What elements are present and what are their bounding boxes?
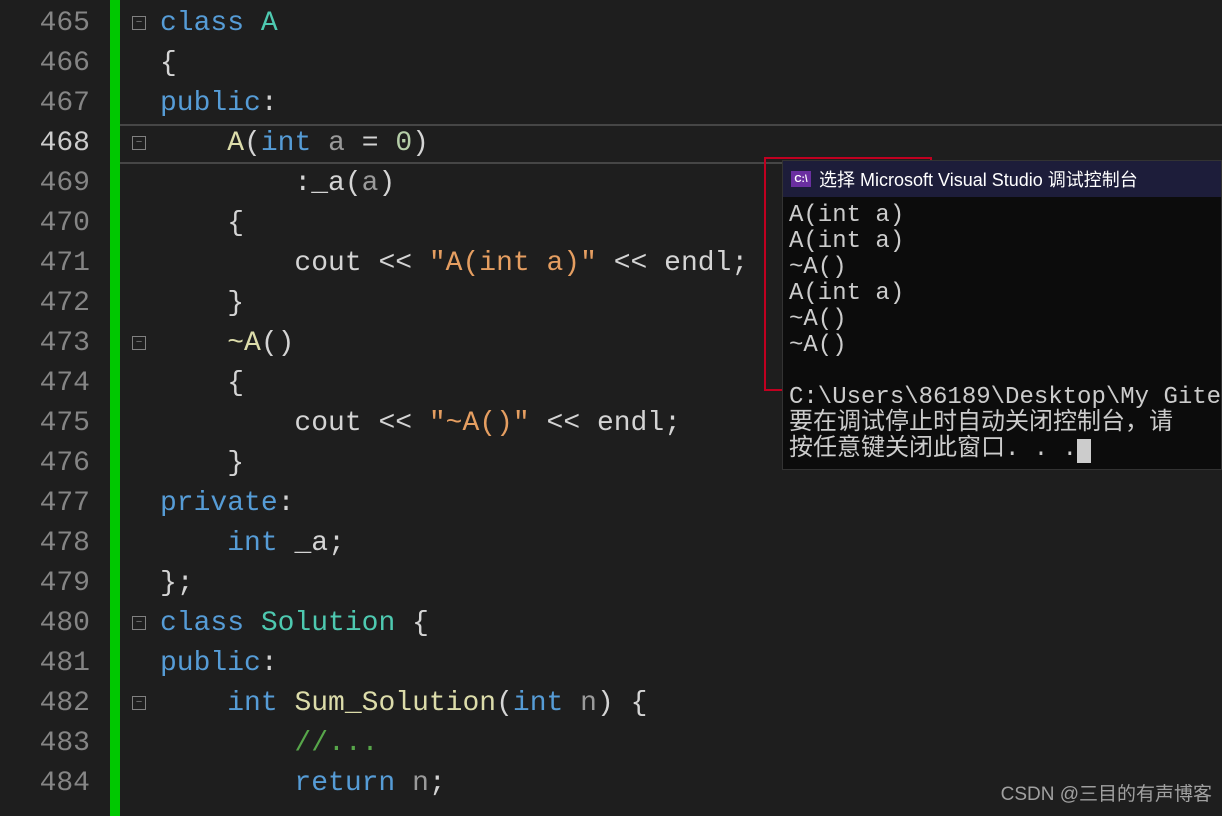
- line-number: 471: [0, 244, 90, 284]
- line-number: 484: [0, 764, 90, 804]
- code-line[interactable]: {: [120, 44, 1222, 84]
- code-line[interactable]: A(int a = 0): [120, 124, 1222, 164]
- line-number: 472: [0, 284, 90, 324]
- line-number: 470: [0, 204, 90, 244]
- line-number: 467: [0, 84, 90, 124]
- code-line[interactable]: };: [120, 564, 1222, 604]
- line-number: 479: [0, 564, 90, 604]
- console-output[interactable]: A(int a) A(int a) ~A() A(int a) ~A() ~A(…: [783, 197, 1221, 469]
- code-line[interactable]: //...: [120, 724, 1222, 764]
- watermark-text: CSDN @三目的有声博客: [1001, 779, 1212, 806]
- line-number-gutter: 4654664674684694704714724734744754764774…: [0, 0, 110, 816]
- line-number: 469: [0, 164, 90, 204]
- line-number: 468: [0, 124, 90, 164]
- code-line[interactable]: int _a;: [120, 524, 1222, 564]
- line-number: 482: [0, 684, 90, 724]
- line-number: 474: [0, 364, 90, 404]
- console-app-icon: C:\: [791, 171, 811, 187]
- line-number: 481: [0, 644, 90, 684]
- code-line[interactable]: public:: [120, 84, 1222, 124]
- line-number: 473: [0, 324, 90, 364]
- line-number: 480: [0, 604, 90, 644]
- line-number: 465: [0, 4, 90, 44]
- code-line[interactable]: class A: [120, 4, 1222, 44]
- line-number: 476: [0, 444, 90, 484]
- line-number: 483: [0, 724, 90, 764]
- code-line[interactable]: public:: [120, 644, 1222, 684]
- code-line[interactable]: class Solution {: [120, 604, 1222, 644]
- line-number: 475: [0, 404, 90, 444]
- line-number: 478: [0, 524, 90, 564]
- code-line[interactable]: private:: [120, 484, 1222, 524]
- line-number: 477: [0, 484, 90, 524]
- debug-console-window[interactable]: C:\ 选择 Microsoft Visual Studio 调试控制台 A(i…: [782, 160, 1222, 470]
- code-line[interactable]: int Sum_Solution(int n) {: [120, 684, 1222, 724]
- console-cursor: [1077, 439, 1091, 463]
- console-title: 选择 Microsoft Visual Studio 调试控制台: [819, 166, 1138, 192]
- line-number: 466: [0, 44, 90, 84]
- console-titlebar[interactable]: C:\ 选择 Microsoft Visual Studio 调试控制台: [783, 161, 1221, 197]
- change-indicator-bar: [110, 0, 120, 816]
